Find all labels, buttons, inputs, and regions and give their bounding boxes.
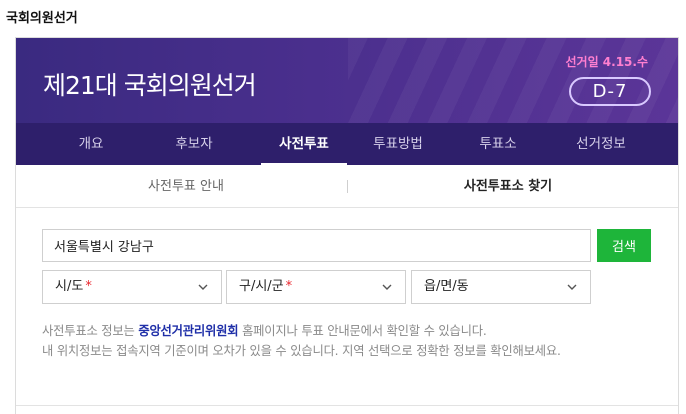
- info-notice: 사전투표소 정보는 중앙선거관리위원회 홈페이지나 투표 안내문에서 확인할 수…: [42, 321, 657, 361]
- election-banner: 제21대 국회의원선거 선거일 4.15.수 D-7: [16, 38, 678, 123]
- dday-badge: D-7: [569, 77, 651, 106]
- required-mark: *: [85, 279, 92, 294]
- divider: [16, 405, 678, 406]
- main-nav: 개요 후보자 사전투표 투표방법 투표소 선거정보: [16, 123, 678, 165]
- dong-select[interactable]: 읍/면/동: [411, 270, 591, 304]
- search-button[interactable]: 검색: [597, 229, 651, 262]
- nec-link[interactable]: 중앙선거관리위원회: [138, 324, 238, 338]
- nav-tab-polling-place[interactable]: 투표소: [453, 123, 543, 165]
- gugun-select-label: 구/시/군 *: [239, 279, 293, 294]
- subtab-divider: [347, 180, 348, 193]
- page-heading: 국회의원선거: [6, 11, 78, 26]
- sido-select-label: 시/도 *: [55, 279, 92, 294]
- nav-tab-candidates[interactable]: 후보자: [149, 123, 239, 165]
- notice-text: 홈페이지나 투표 안내문에서 확인할 수 있습니다.: [238, 324, 487, 338]
- address-search-input[interactable]: [42, 229, 591, 262]
- dong-select-label: 읍/면/동: [424, 279, 469, 294]
- nav-tab-early-voting[interactable]: 사전투표: [259, 123, 349, 165]
- nav-tab-election-info[interactable]: 선거정보: [556, 123, 646, 165]
- banner-title: 제21대 국회의원선거: [43, 71, 257, 100]
- election-widget: 제21대 국회의원선거 선거일 4.15.수 D-7 개요 후보자 사전투표 투…: [15, 37, 679, 414]
- notice-text-location: 내 위치정보는 접속지역 기준이며 오차가 있을 수 있습니다. 지역 선택으로…: [42, 344, 561, 358]
- sido-select[interactable]: 시/도 *: [42, 270, 222, 304]
- required-mark: *: [285, 279, 293, 294]
- chevron-down-icon: [567, 284, 577, 290]
- notice-text: 사전투표소 정보는: [42, 324, 139, 338]
- nav-tab-overview[interactable]: 개요: [46, 123, 136, 165]
- chevron-down-icon: [382, 284, 392, 290]
- subtab-early-voting-guide[interactable]: 사전투표 안내: [106, 165, 266, 208]
- subtab-find-early-polling-place[interactable]: 사전투표소 찾기: [428, 165, 588, 208]
- gugun-select[interactable]: 구/시/군 *: [226, 270, 406, 304]
- nav-tab-how-to-vote[interactable]: 투표방법: [353, 123, 443, 165]
- election-date: 선거일 4.15.수: [565, 55, 648, 69]
- chevron-down-icon: [198, 284, 208, 290]
- sub-tabs: 사전투표 안내 사전투표소 찾기: [16, 165, 678, 208]
